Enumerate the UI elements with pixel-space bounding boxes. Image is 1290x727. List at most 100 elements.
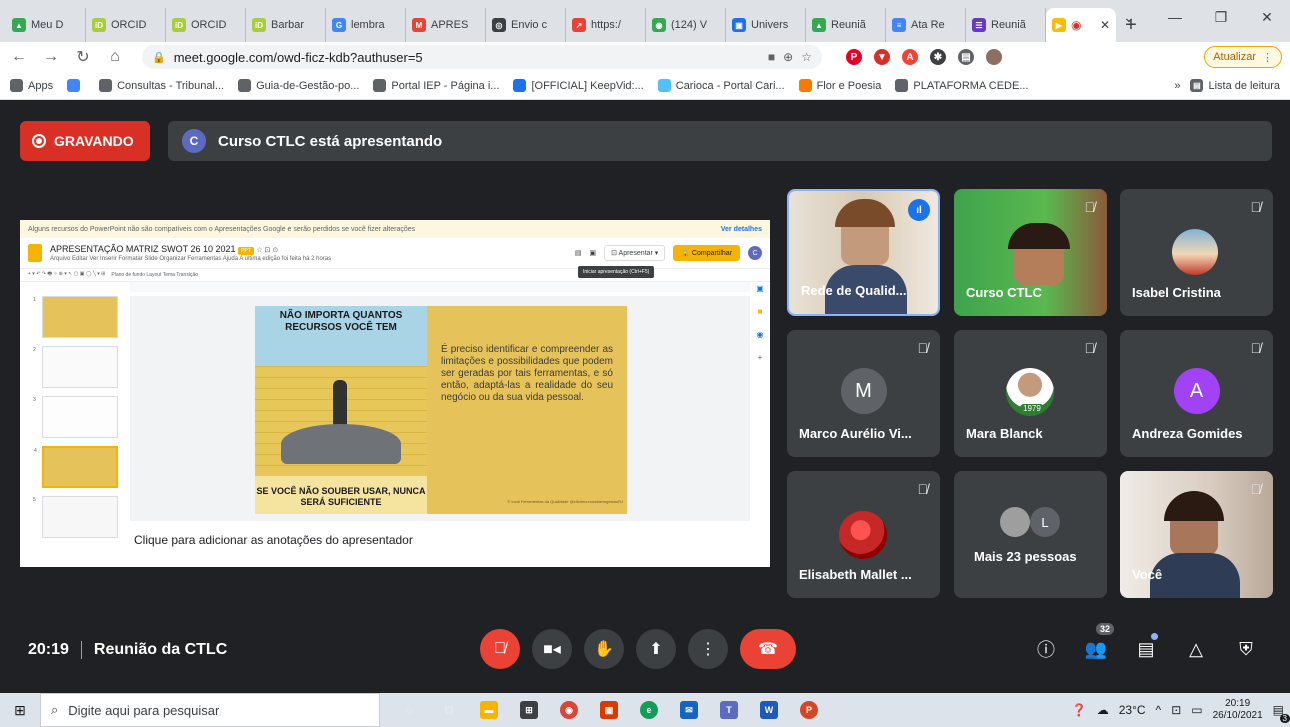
browser-tab[interactable]: ◉ (124) V — [646, 8, 726, 42]
bookmark-item[interactable] — [67, 79, 85, 92]
browser-tab[interactable]: Glembra — [326, 8, 406, 42]
word-button[interactable]: W — [752, 693, 786, 727]
camera-toggle-button[interactable]: ■◂ — [532, 629, 572, 669]
volume-icon[interactable]: ▭ — [1191, 703, 1202, 717]
forward-icon[interactable]: → — [40, 48, 62, 66]
browser-tab[interactable]: iD Barbar — [246, 8, 326, 42]
participant-tile[interactable]: M 🎙̸ Marco Aurélio Vi... — [787, 330, 940, 457]
tray-expand-icon[interactable]: ^ — [1156, 703, 1162, 717]
zoom-icon[interactable]: ⊕ — [783, 50, 793, 64]
doc-title[interactable]: APRESENTAÇÃO MATRIZ SWOT 26 10 2021 — [50, 244, 236, 254]
bookmark-item[interactable]: Guia-de-Gestão-po... — [238, 79, 359, 92]
bookmark-star-icon[interactable]: ☆ — [801, 50, 812, 64]
chat-button[interactable]: ▤ — [1132, 631, 1160, 667]
current-slide[interactable]: NÃO IMPORTA QUANTOS RECURSOS VOCÊ TEM SE… — [255, 306, 627, 514]
profile-avatar[interactable] — [986, 49, 1002, 65]
browser-tab[interactable]: ≡ Ata Re — [886, 8, 966, 42]
minimize-button[interactable]: — — [1152, 0, 1198, 34]
reload-icon[interactable]: ↻ — [72, 47, 94, 67]
store-button[interactable]: ⊞ — [512, 693, 546, 727]
share-button[interactable]: 🔒 Compartilhar — [673, 245, 740, 261]
file-explorer-button[interactable]: ▬ — [472, 693, 506, 727]
browser-tab[interactable]: ↗ https:/ — [566, 8, 646, 42]
doc-user-avatar[interactable]: C — [748, 246, 762, 260]
participant-tile[interactable]: 🎙̸ Isabel Cristina — [1120, 189, 1273, 316]
browser-tab[interactable]: iD ORCID — [86, 8, 166, 42]
meeting-details-button[interactable]: ⓘ — [1032, 631, 1060, 667]
calendar-icon[interactable]: ▣ — [756, 284, 764, 293]
close-window-button[interactable]: ✕ — [1244, 0, 1290, 34]
office-button[interactable]: ▣ — [592, 693, 626, 727]
weather-icon[interactable]: ☁ — [1097, 703, 1109, 717]
present-button[interactable]: ⊡ Apresentar ▾ — [604, 245, 666, 261]
participant-tile[interactable]: 🎙̸ Curso CTLC — [954, 189, 1107, 316]
participant-tile[interactable]: A 🎙̸ Andreza Gomides — [1120, 330, 1273, 457]
browser-tab[interactable]: ▲ Reuniã — [806, 8, 886, 42]
start-button[interactable]: ⊞ — [0, 693, 40, 727]
address-bar[interactable]: 🔒 meet.google.com/owd-ficz-kdb?authuser=… — [142, 45, 822, 69]
teams-button[interactable]: T — [712, 693, 746, 727]
mic-toggle-button[interactable]: 🎙̸ — [480, 629, 520, 669]
browser-tab[interactable]: ▲ Meu D — [6, 8, 86, 42]
star-icon[interactable]: ☆ ⊡ ⊙ — [256, 247, 278, 254]
slide-thumb[interactable]: 2 — [33, 346, 118, 388]
bookmark-item[interactable]: Carioca - Portal Cari... — [657, 79, 785, 92]
mail-button[interactable]: ✉ — [672, 693, 706, 727]
doc-menu[interactable]: Arquivo Editar Ver Inserir Formatar Slid… — [50, 256, 331, 262]
browser-tab[interactable]: iD ORCID — [166, 8, 246, 42]
adblock-icon[interactable]: A — [902, 49, 918, 65]
tab-search-icon[interactable]: ⌄ — [1106, 0, 1152, 34]
tasks-icon[interactable]: ◉ — [757, 330, 764, 339]
powerpoint-button[interactable]: P — [792, 693, 826, 727]
slide-thumb-selected[interactable]: 4 — [34, 446, 118, 488]
media-icon[interactable]: ▤ — [958, 49, 974, 65]
host-controls-button[interactable]: ⛨ — [1232, 631, 1260, 667]
speaker-notes[interactable]: Clique para adicionar as anotações do ap… — [130, 525, 750, 565]
browser-tab[interactable]: ☰ Reuniã — [966, 8, 1046, 42]
task-view-button[interactable]: ⧉ — [432, 693, 466, 727]
activities-button[interactable]: △ — [1182, 631, 1210, 667]
restore-button[interactable]: ❐ — [1198, 0, 1244, 34]
slide-thumb[interactable]: 5 — [33, 496, 118, 538]
update-button[interactable]: Atualizar ⋮ — [1204, 46, 1282, 68]
toolbar-icons[interactable]: + ▾ ↶ ↷ 🖶 ⌖ ⊕ ▾ ↖ ▢ ▣ ◯ ╲ ▾ ⊞ — [28, 271, 105, 279]
camera-indicator-icon[interactable]: ■ — [768, 50, 775, 64]
browser-tab[interactable]: ◎ Envio c — [486, 8, 566, 42]
slide-thumb[interactable]: 3 — [33, 396, 118, 438]
leave-call-button[interactable]: ☎ — [740, 629, 796, 669]
bookmark-item[interactable]: PLATAFORMA CEDE... — [895, 79, 1029, 92]
format-bar-labels[interactable]: Plano de fundo Layout Tema Transição — [111, 272, 198, 278]
taskbar-search[interactable]: ⌕ Digite aqui para pesquisar — [40, 693, 380, 727]
taskbar-clock[interactable]: 20:19 26/10/2021 — [1213, 698, 1263, 722]
bookmark-item[interactable]: [OFFICIAL] KeepVid:... — [513, 79, 644, 92]
participant-tile-self[interactable]: 🎙̸ Você — [1120, 471, 1273, 598]
cortana-button[interactable]: ○ — [392, 693, 426, 727]
bookmark-item[interactable]: Apps — [10, 79, 53, 92]
participant-tile[interactable]: 1979 🎙̸ Mara Blanck — [954, 330, 1107, 457]
more-options-button[interactable]: ⋮ — [688, 629, 728, 669]
pinterest-icon[interactable]: P — [846, 49, 862, 65]
keep-icon[interactable]: ■ — [758, 307, 763, 316]
edge-button[interactable]: e — [632, 693, 666, 727]
slide-thumb[interactable]: 1 — [33, 296, 118, 338]
home-icon[interactable]: ⌂ — [104, 48, 126, 66]
add-addon-icon[interactable]: + — [758, 353, 763, 362]
bookmark-item[interactable]: Portal IEP - Página i... — [373, 79, 499, 92]
browser-tab[interactable]: ▣ Univers — [726, 8, 806, 42]
participant-tile[interactable]: L Mais 23 pessoas — [954, 471, 1107, 598]
reading-list-link[interactable]: ▤ Lista de leitura — [1190, 79, 1280, 92]
comments-icon[interactable]: ▤ — [575, 249, 582, 257]
participant-tile[interactable]: 🎙̸ Elisabeth Mallet ... — [787, 471, 940, 598]
see-details-link[interactable]: Ver detalhes — [721, 226, 762, 233]
present-screen-button[interactable]: ⬆ — [636, 629, 676, 669]
pocket-icon[interactable]: ▼ — [874, 49, 890, 65]
extensions-puzzle-icon[interactable]: ✱ — [930, 49, 946, 65]
raise-hand-button[interactable]: ✋ — [584, 629, 624, 669]
temperature-text[interactable]: 23°C — [1119, 703, 1146, 717]
participant-tile[interactable]: ıl Rede de Qualid... — [787, 189, 940, 316]
bookmark-item[interactable]: Consultas - Tribunal... — [99, 79, 224, 92]
chrome-button[interactable]: ◉ — [552, 693, 586, 727]
help-icon[interactable]: ❓ — [1072, 703, 1087, 717]
camera-icon[interactable]: ▣ — [589, 249, 596, 257]
notification-center-button[interactable]: ▤ 3 — [1273, 703, 1290, 723]
